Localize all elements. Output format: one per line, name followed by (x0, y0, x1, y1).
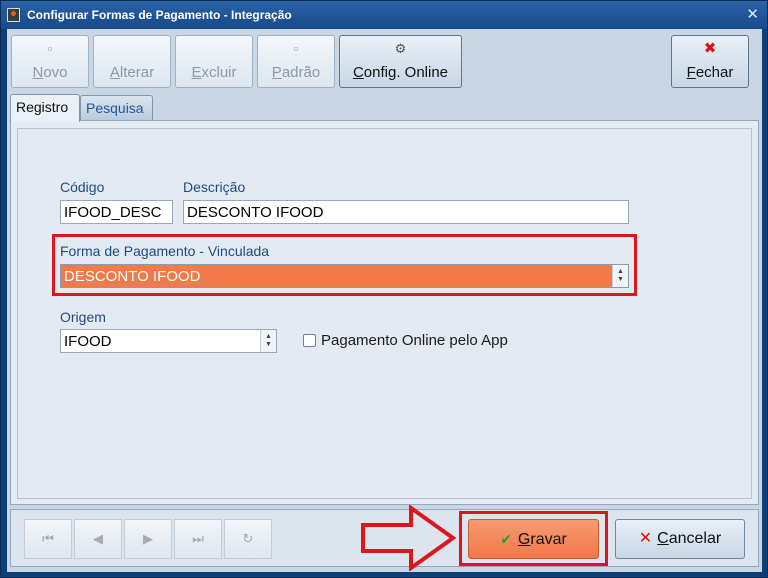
blank-page-icon: ▫ (47, 41, 53, 56)
bottom-bar: ⏮ ◀ ▶ ⏭ ↻ ✔ Gravar ✕ Cancelar (10, 505, 759, 571)
config-online-label: onfig. Online (363, 64, 449, 81)
gravar-button[interactable]: ✔ Gravar (468, 519, 599, 559)
check-icon: ✔ (500, 531, 512, 547)
descricao-label: Descrição (183, 179, 246, 195)
last-record-icon[interactable]: ⏭ (174, 519, 222, 559)
red-arrow-annotation (361, 505, 457, 571)
padrao-label: adrão (281, 64, 321, 81)
padrao-label-accel: P (271, 64, 282, 81)
cancelar-button[interactable]: ✕ Cancelar (615, 519, 745, 559)
padrao-button[interactable]: ▫ Padrão (257, 35, 335, 88)
codigo-label: Código (60, 179, 105, 195)
form-panel (17, 128, 752, 499)
origem-value: IFOOD (64, 333, 112, 350)
config-online-button[interactable]: ⚙ Config. Online (339, 35, 462, 88)
close-icon: ✕ (638, 530, 653, 547)
dialog-window: Configurar Formas de Pagamento - Integra… (0, 0, 768, 578)
novo-label-accel: N (32, 64, 44, 81)
app-icon (7, 8, 20, 22)
gravar-label: ravar (530, 531, 567, 548)
novo-button[interactable]: ▫ Novo (11, 35, 89, 88)
fechar-label-accel: F (686, 64, 696, 81)
title-bar[interactable]: Configurar Formas de Pagamento - Integra… (1, 1, 767, 29)
excluir-label-accel: E (191, 64, 202, 81)
registro-tab-panel: Código IFOOD_DESC Descrição DESCONTO IFO… (10, 120, 759, 505)
origem-label: Origem (60, 309, 106, 325)
gravar-label-accel: G (517, 531, 531, 548)
window-title: Configurar Formas de Pagamento - Integra… (27, 8, 292, 22)
forma-pagamento-value: DESCONTO IFOOD (64, 268, 201, 285)
forma-pagamento-combo[interactable]: DESCONTO IFOOD ▲ ▼ (60, 264, 629, 288)
combo-spinner-icon[interactable]: ▲ ▼ (260, 330, 276, 352)
alterar-label-accel: A (109, 64, 120, 81)
config-online-label-accel: C (352, 64, 364, 81)
novo-label: ovo (43, 64, 68, 81)
dialog-client-area: ▫ Novo Alterar Excluir ▫ Padrão ⚙ Config… (7, 29, 762, 572)
descricao-field[interactable]: DESCONTO IFOOD (183, 200, 629, 224)
close-icon: ✖ (703, 40, 717, 57)
gear-icon: ⚙ (394, 41, 407, 56)
codigo-field[interactable]: IFOOD_DESC (60, 200, 173, 224)
fechar-label: echar (695, 64, 734, 81)
fechar-button[interactable]: ✖ Fechar (671, 35, 749, 88)
origem-combo[interactable]: IFOOD ▲ ▼ (60, 329, 277, 353)
alterar-label: lterar (119, 64, 155, 81)
next-record-icon[interactable]: ▶ (124, 519, 172, 559)
alterar-button[interactable]: Alterar (93, 35, 171, 88)
forma-pagamento-label: Forma de Pagamento - Vinculada (60, 243, 270, 259)
first-record-icon[interactable]: ⏮ (24, 519, 72, 559)
prev-record-icon[interactable]: ◀ (74, 519, 122, 559)
blank-page-icon: ▫ (293, 41, 299, 56)
pagamento-online-checkbox[interactable] (303, 334, 316, 347)
combo-spinner-icon[interactable]: ▲ ▼ (612, 265, 628, 287)
excluir-label: xcluir (201, 64, 237, 81)
pagamento-online-label[interactable]: Pagamento Online pelo App (321, 332, 508, 349)
cancelar-label: ancelar (668, 530, 722, 547)
tab-registro[interactable]: Registro (10, 94, 80, 122)
excluir-button[interactable]: Excluir (175, 35, 253, 88)
cancelar-label-accel: C (657, 530, 669, 547)
tab-pesquisa[interactable]: Pesquisa (80, 95, 153, 120)
refresh-icon[interactable]: ↻ (224, 519, 272, 559)
window-close-icon[interactable]: ✕ (746, 5, 759, 23)
